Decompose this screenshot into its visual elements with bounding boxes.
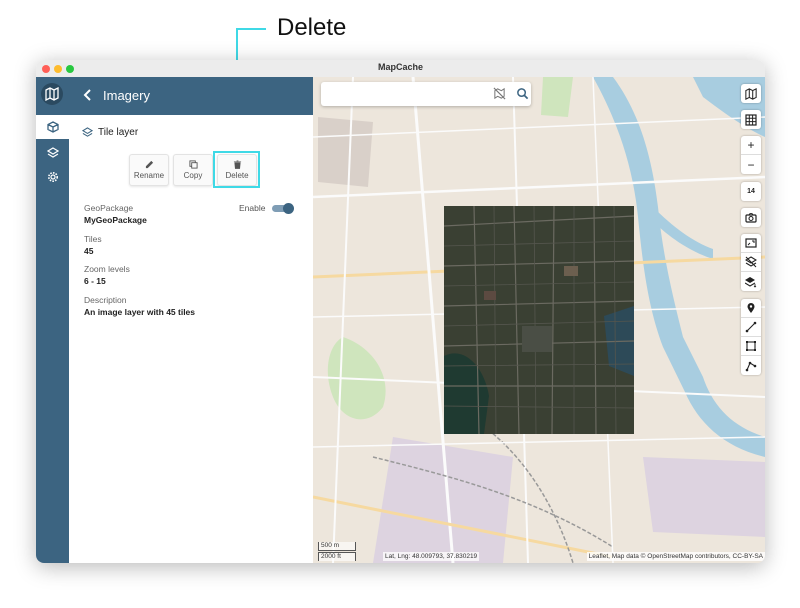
search-icon[interactable] <box>516 87 529 100</box>
map-icon <box>745 87 757 100</box>
scale-bar-metric: 500 m <box>318 542 356 551</box>
geopackage-value: MyGeoPackage <box>84 215 147 225</box>
delete-highlight <box>213 151 260 188</box>
basemap-button[interactable] <box>741 84 761 103</box>
layer-order-button[interactable] <box>741 272 761 291</box>
rename-button[interactable]: Rename <box>129 154 169 186</box>
description-label: Description <box>84 295 127 305</box>
map-view[interactable]: + − 14 500 m 2000 ft Lat, Lng: 48.009793… <box>313 77 765 563</box>
map-pin-icon <box>747 303 755 313</box>
layers-icon <box>82 127 93 137</box>
camera-icon <box>745 212 757 223</box>
layers-off-icon <box>745 256 757 268</box>
rename-label: Rename <box>133 171 165 180</box>
draw-polygon-button[interactable] <box>741 356 761 375</box>
zoom-in-button[interactable]: + <box>741 136 761 155</box>
nav-settings-item[interactable] <box>36 165 69 189</box>
coordinate-readout: Lat, Lng: 48.009793, 37.830219 <box>383 552 480 561</box>
app-window: MapCache Imagery Tile layer Rename Copy … <box>36 60 765 563</box>
fit-extent-button[interactable] <box>741 234 761 253</box>
zoom-level-box: 14 <box>741 182 761 201</box>
layers-icon <box>745 276 757 288</box>
layer-tools-toolbar <box>741 234 761 291</box>
basemap-toolbar <box>741 84 761 103</box>
zoom-out-button[interactable]: − <box>741 155 761 174</box>
copy-label: Copy <box>183 171 203 180</box>
copy-icon <box>188 160 198 169</box>
zoom-levels-value: 6 - 15 <box>84 276 106 286</box>
cube-icon <box>46 121 59 133</box>
grid-toolbar <box>741 110 761 129</box>
map-search-bar[interactable] <box>321 82 531 106</box>
screenshot-toolbar <box>741 208 761 227</box>
tiles-value: 45 <box>84 246 94 256</box>
page-title: Imagery <box>103 88 150 103</box>
screenshot-button[interactable] <box>741 208 761 227</box>
zoom-toolbar: + − <box>741 136 761 174</box>
layer-heading: Tile layer <box>82 127 138 138</box>
polygon-icon <box>745 361 757 371</box>
back-arrow-icon[interactable] <box>81 88 95 102</box>
gear-icon <box>47 172 58 182</box>
polyline-icon <box>745 321 757 333</box>
location-off-icon[interactable] <box>493 87 506 100</box>
layer-type-label: Tile layer <box>98 127 139 138</box>
enable-toggle[interactable] <box>272 203 294 214</box>
scale-bar-imperial: 2000 ft <box>318 552 356 561</box>
draw-toolbar <box>741 299 761 375</box>
layers-icon <box>46 147 59 158</box>
fit-extent-icon <box>745 238 757 248</box>
grid-icon <box>745 113 757 126</box>
zoom-level-indicator: 14 <box>747 188 755 195</box>
rectangle-icon <box>746 341 756 351</box>
copy-button[interactable]: Copy <box>173 154 213 186</box>
draw-point-button[interactable] <box>741 299 761 318</box>
tiles-label: Tiles <box>84 234 102 244</box>
imagery-tile-overlay <box>444 206 634 434</box>
callout-line <box>236 28 266 30</box>
panel-header: Imagery <box>69 77 313 115</box>
description-value: An image layer with 45 tiles <box>84 307 196 317</box>
draw-rectangle-button[interactable] <box>741 337 761 356</box>
zoom-levels-label: Zoom levels <box>84 264 130 274</box>
geopackage-label: GeoPackage <box>84 203 134 213</box>
map-attribution[interactable]: Leaflet, Map data © OpenStreetMap contri… <box>586 552 765 561</box>
app-logo-icon <box>41 83 63 105</box>
hide-layers-button[interactable] <box>741 253 761 272</box>
window-title: MapCache <box>377 62 423 72</box>
nav-rail <box>36 77 69 563</box>
grid-overlay-button[interactable] <box>741 110 761 129</box>
nav-projects-item[interactable] <box>36 115 69 139</box>
callout-label: Delete <box>277 14 347 41</box>
title-bar: MapCache <box>36 60 765 78</box>
pencil-icon <box>145 160 153 169</box>
draw-line-button[interactable] <box>741 318 761 337</box>
layer-details-panel: Tile layer Rename Copy Delete GeoPackage… <box>69 115 313 563</box>
enable-label: Enable <box>239 203 266 213</box>
toggle-knob <box>283 203 294 214</box>
nav-layers-item[interactable] <box>36 141 69 165</box>
